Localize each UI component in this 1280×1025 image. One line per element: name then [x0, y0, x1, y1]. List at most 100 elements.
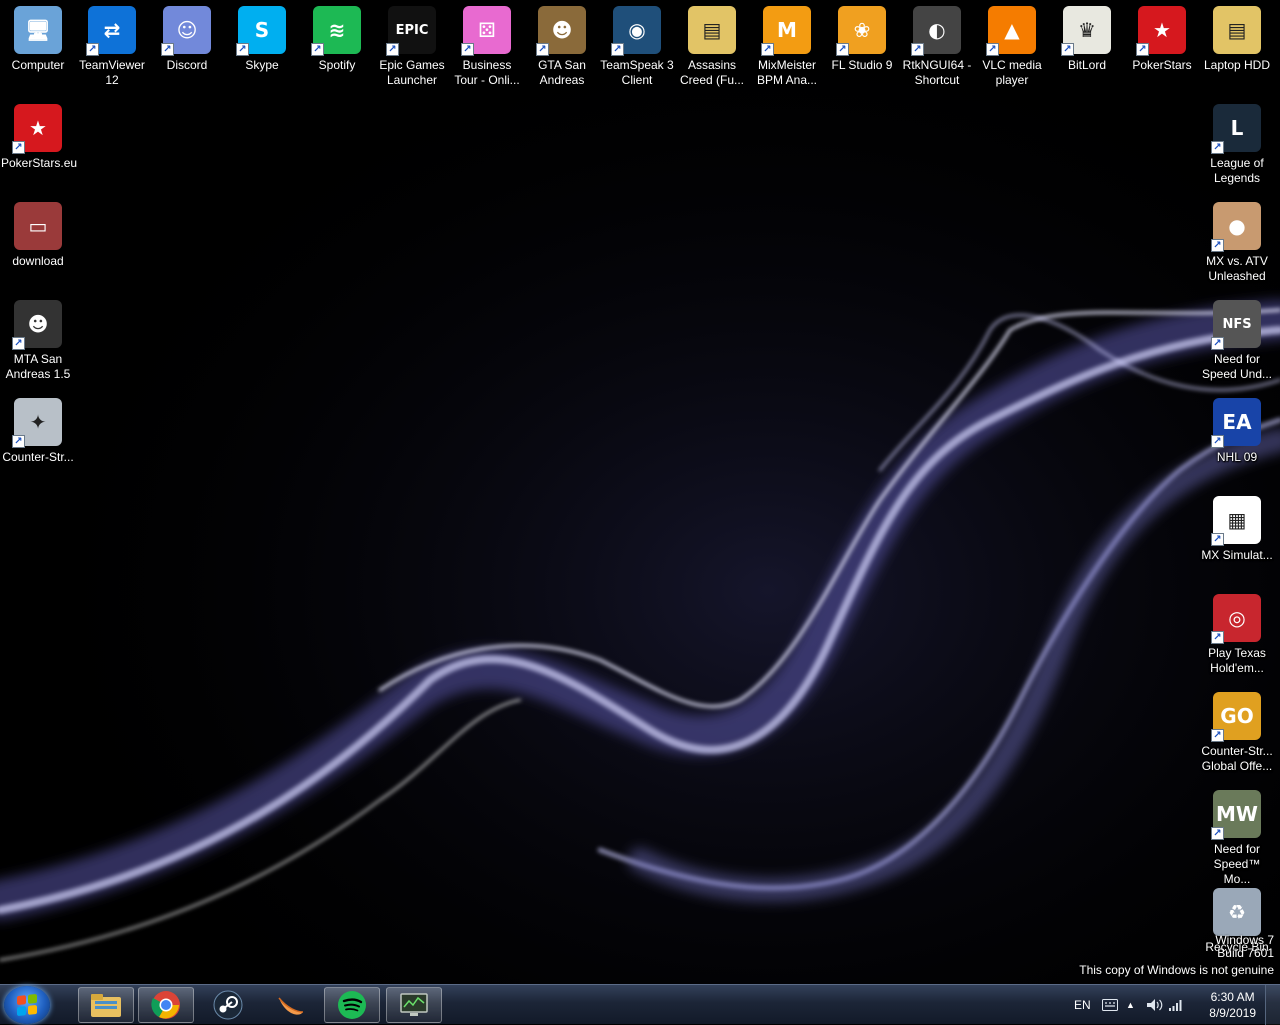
monitor-app-icon[interactable] [386, 987, 442, 1023]
desktop-icon-assassins[interactable]: ▤ Assasins Creed (Fu... [674, 0, 750, 88]
shortcut-arrow-icon: ↗ [986, 43, 999, 56]
desktop-icon-rtk[interactable]: ◐ ↗ RtkNGUI64 - Shortcut [899, 0, 975, 88]
show-desktop-button[interactable] [1265, 985, 1280, 1025]
desktop-icon-download[interactable]: ▭ download [0, 196, 76, 269]
desktop-icon-label: Assasins Creed (Fu... [679, 58, 745, 87]
desktop-icon-cs[interactable]: ✦ ↗ Counter-Str... [0, 392, 76, 465]
shortcut-arrow-icon: ↗ [1211, 827, 1224, 840]
pokerstars-icon: ★ ↗ [1136, 6, 1186, 56]
mta-icon-glyph: ☻ [27, 312, 49, 336]
desktop-icon-teamspeak[interactable]: ◉ ↗ TeamSpeak 3 Client [599, 0, 675, 88]
desktop-icon-label: PokerStars.eu [1, 156, 78, 170]
desktop-icon-label: TeamViewer 12 [79, 58, 145, 87]
desktop-icon-csgo[interactable]: GO ↗ Counter-Str... Global Offe... [1199, 686, 1275, 774]
fl-studio-icon: ❀ ↗ [836, 6, 886, 56]
desktop-icon-pokerstars-eu[interactable]: ★ ↗ PokerStars.eu [0, 98, 78, 171]
desktop-icon-label: NHL 09 [1216, 450, 1258, 464]
desktop-icon-epic[interactable]: EPIC ↗ Epic Games Launcher [374, 0, 450, 88]
shortcut-arrow-icon: ↗ [12, 337, 25, 350]
epic-games-icon-glyph: EPIC [395, 22, 429, 38]
shortcut-arrow-icon: ↗ [1211, 337, 1224, 350]
desktop-icon-label: Need for Speed™ Mo... [1213, 842, 1261, 886]
keyboard-icon[interactable] [1102, 985, 1118, 1025]
speaker-icon-glyph: ◐ [928, 18, 946, 42]
desktop-icon-teamviewer[interactable]: ⇄ ↗ TeamViewer 12 [74, 0, 150, 88]
poker-chips-icon: ◎ ↗ [1211, 594, 1261, 644]
desktop-icon-laptop-hdd[interactable]: ▤ Laptop HDD [1199, 0, 1275, 73]
desktop-icon-lol[interactable]: L ↗ League of Legends [1199, 98, 1275, 186]
windows-not-genuine-watermark: Windows 7 Build 7601 This copy of Window… [1079, 934, 1274, 977]
desktop-icon-mx-sim[interactable]: ▦ ↗ MX Simulat... [1199, 490, 1275, 563]
business-tour-icon: ⚄ ↗ [461, 6, 511, 56]
volume-icon[interactable] [1146, 985, 1164, 1025]
desktop-icon-gta-sa[interactable]: ☻ ↗ GTA San Andreas [524, 0, 600, 88]
desktop-icon-label: MTA San Andreas 1.5 [5, 352, 71, 381]
desktop-icon-skype[interactable]: S ↗ Skype [224, 0, 300, 73]
desktop-icon-spotify[interactable]: ≋ ↗ Spotify [299, 0, 375, 73]
shortcut-arrow-icon: ↗ [1211, 435, 1224, 448]
shortcut-arrow-icon: ↗ [836, 43, 849, 56]
desktop-icon-label: Discord [166, 58, 208, 72]
desktop-icon-label: Need for Speed Und... [1201, 352, 1273, 381]
spotify-icon: ≋ ↗ [311, 6, 361, 56]
league-of-legends-icon: L ↗ [1211, 104, 1261, 154]
skype-icon-glyph: S [254, 18, 270, 42]
desktop-icon-label: MX vs. ATV Unleashed [1206, 254, 1268, 283]
desktop-icon-label: BitLord [1067, 58, 1107, 72]
desktop-icon-computer[interactable]: 🖥 Computer [0, 0, 76, 73]
windows-start-icon[interactable] [4, 986, 50, 1024]
desktop-icon-label: MixMeister BPM Ana... [756, 58, 818, 87]
steam-icon[interactable] [200, 987, 256, 1023]
shortcut-arrow-icon: ↗ [911, 43, 924, 56]
counter-strike-icon: ✦ ↗ [12, 398, 62, 448]
desktop-icon-label: VLC media player [982, 58, 1042, 87]
nhl09-icon: EA ↗ [1211, 398, 1261, 448]
desktop-icon-nhl09[interactable]: EA ↗ NHL 09 [1199, 392, 1275, 465]
counter-strike-icon-glyph: ✦ [29, 410, 47, 434]
desktop-icon-label: Spotify [318, 58, 356, 72]
image-file-icon-glyph: ▭ [28, 214, 48, 238]
discord-icon-glyph: ☺ [176, 18, 198, 42]
desktop-icon-nfs-u[interactable]: NFS ↗ Need for Speed Und... [1199, 294, 1275, 382]
spotify-icon-glyph: ≋ [328, 18, 346, 42]
desktop-icon-mta[interactable]: ☻ ↗ MTA San Andreas 1.5 [0, 294, 76, 382]
language-indicator[interactable]: EN [1074, 985, 1091, 1025]
desktop-icon-mixmeister[interactable]: M ↗ MixMeister BPM Ana... [749, 0, 825, 88]
desktop-icon-flstudio[interactable]: ❀ ↗ FL Studio 9 [824, 0, 900, 73]
desktop-icon-vlc[interactable]: ▲ ↗ VLC media player [974, 0, 1050, 88]
business-tour-icon-glyph: ⚄ [478, 18, 496, 42]
clock-time: 6:30 AM [1210, 990, 1255, 1004]
folder-icon: ▤ [1213, 6, 1261, 54]
folder-icon-glyph: ▤ [1227, 18, 1247, 42]
desktop-icon-label: Epic Games Launcher [379, 58, 445, 87]
desktop-icon-label: RtkNGUI64 - Shortcut [902, 58, 972, 87]
desktop-icon-business-tour[interactable]: ⚄ ↗ Business Tour - Onli... [449, 0, 525, 88]
folder-icon-glyph: ▤ [702, 18, 722, 42]
desktop-icon-label: download [12, 254, 64, 268]
windows-flag-icon [17, 993, 37, 1017]
checkered-flag-icon: ▦ ↗ [1211, 496, 1261, 546]
nfs-underground-icon: NFS ↗ [1211, 300, 1261, 350]
windows-explorer-icon[interactable] [78, 987, 134, 1023]
desktop-icon-pokerstars-top[interactable]: ★ ↗ PokerStars [1124, 0, 1200, 73]
image-file-icon: ▭ [14, 202, 62, 250]
desktop-icon-label: Laptop HDD [1203, 58, 1271, 72]
clock[interactable]: 6:30 AM 8/9/2019 [1209, 989, 1256, 1021]
desktop-icon-bitlord[interactable]: ♛ ↗ BitLord [1049, 0, 1125, 73]
shortcut-arrow-icon: ↗ [161, 43, 174, 56]
fruit-app-icon[interactable] [262, 987, 318, 1023]
desktop-icon-discord[interactable]: ☺ ↗ Discord [149, 0, 225, 73]
computer-icon-glyph: 🖥 [25, 18, 51, 42]
network-signal-icon[interactable] [1168, 985, 1184, 1025]
epic-games-icon: EPIC ↗ [386, 6, 436, 56]
desktop-icon-label: GTA San Andreas [538, 58, 586, 87]
desktop-icon-texas[interactable]: ◎ ↗ Play Texas Hold'em... [1199, 588, 1275, 676]
shortcut-arrow-icon: ↗ [86, 43, 99, 56]
chrome-icon[interactable] [138, 987, 194, 1023]
nfs-most-wanted-icon-glyph: MW [1216, 802, 1258, 826]
desktop-icon-nfs-mw[interactable]: MW ↗ Need for Speed™ Mo... [1199, 784, 1275, 887]
show-hidden-icons-icon[interactable]: ▲ [1126, 985, 1135, 1025]
desktop-icon-mx-atv[interactable]: ● ↗ MX vs. ATV Unleashed [1199, 196, 1275, 284]
shortcut-arrow-icon: ↗ [1211, 729, 1224, 742]
spotify-icon[interactable] [324, 987, 380, 1023]
